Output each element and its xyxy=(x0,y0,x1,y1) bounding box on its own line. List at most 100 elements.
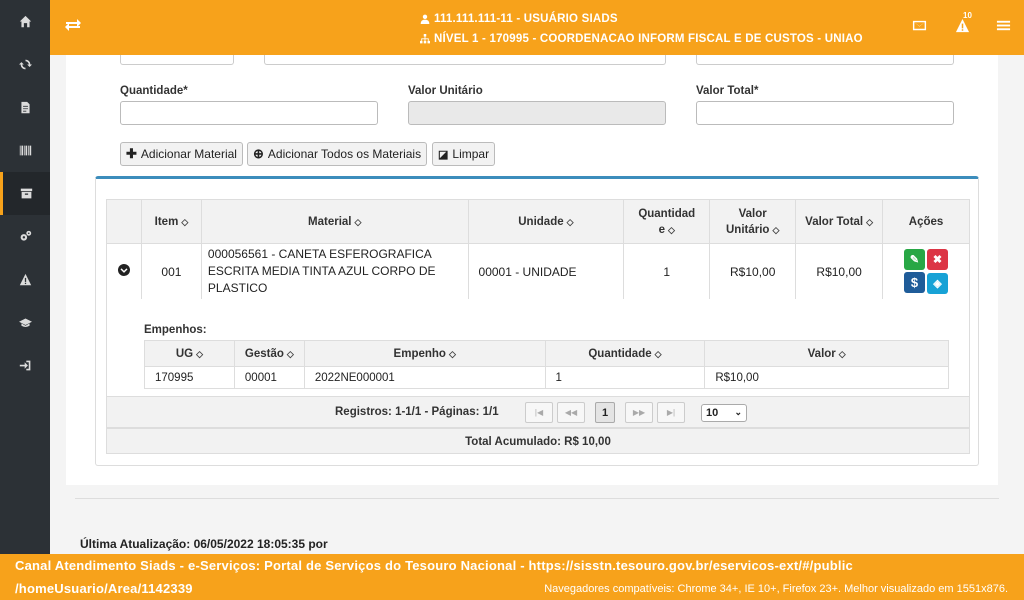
cell-valor-total: R$10,00 xyxy=(795,243,884,300)
column-header-valor-unitario[interactable]: Valor Unitário ◇ xyxy=(709,199,797,244)
column-header-emp-valor[interactable]: Valor ◇ xyxy=(704,340,949,367)
alerts-button[interactable] xyxy=(955,18,970,33)
empenhos-table: UG ◇ Gestão ◇ Empenho ◇ Quantidade ◇ Valor ◇ … xyxy=(144,340,949,389)
column-header-empenho[interactable]: Empenho ◇ xyxy=(303,340,546,367)
table-row: 001 000056561 - CANETA ESFEROGRAFICA ESC… xyxy=(106,243,970,300)
barcode-icon xyxy=(19,145,31,156)
home-icon xyxy=(19,15,31,28)
next-page-button[interactable]: ▶▶ xyxy=(625,402,653,423)
graduation-cap-icon xyxy=(18,318,32,327)
sort-icon: ◇ xyxy=(354,216,362,227)
empenho-button[interactable]: $ xyxy=(904,272,926,293)
cell-empenho: 2022NE000001 xyxy=(303,366,546,389)
add-all-materials-label: Adicionar Todos os Materiais xyxy=(267,147,422,161)
column-header-gestao[interactable]: Gestão ◇ xyxy=(233,340,305,367)
sort-icon: ◇ xyxy=(654,348,662,359)
item-details-button[interactable]: ◈ xyxy=(927,273,949,294)
column-header-item[interactable]: Item ◇ xyxy=(140,199,202,244)
sort-icon: ◇ xyxy=(196,348,204,359)
alert-count-badge: 10 xyxy=(963,11,972,20)
first-page-button[interactable]: |◀ xyxy=(525,402,553,423)
eraser-icon: ◪ xyxy=(438,148,449,161)
sort-icon: ◇ xyxy=(566,216,574,227)
empenhos-label: Empenhos: xyxy=(144,324,207,336)
table-row: 170995 00001 2022NE000001 1 R$10,00 xyxy=(144,366,949,389)
add-material-button[interactable]: ✚ Adicionar Material xyxy=(120,142,243,166)
level-line: NÍVEL 1 - 170995 - COORDENACAO INFORM FI… xyxy=(420,29,863,49)
user-icon xyxy=(420,14,430,24)
swap-icon[interactable] xyxy=(65,17,81,33)
cell-material: 000056561 - CANETA ESFEROGRAFICA ESCRITA… xyxy=(200,243,469,300)
expand-toggle[interactable] xyxy=(106,243,142,300)
menu-button[interactable] xyxy=(996,18,1011,33)
cell-ug: 170995 xyxy=(144,366,235,389)
plus-icon: ✚ xyxy=(126,146,137,161)
column-header-material[interactable]: Material ◇ xyxy=(200,199,469,244)
previous-field[interactable] xyxy=(120,55,234,65)
chevron-down-circle-icon xyxy=(117,264,130,276)
last-updated: Última Atualização: 06/05/2022 18:05:35 … xyxy=(80,537,328,551)
quantidade-input[interactable] xyxy=(120,101,378,125)
column-header-quantidade[interactable]: Quantidad e ◇ xyxy=(623,199,711,244)
warning-icon xyxy=(955,18,970,33)
quantidade-label: Quantidade* xyxy=(120,85,188,97)
footer-browsers: Navegadores compatíveis: Chrome 34+, IE … xyxy=(544,583,1008,595)
add-material-label: Adicionar Material xyxy=(140,147,237,161)
empenhos-header-row: UG ◇ Gestão ◇ Empenho ◇ Quantidade ◇ Valor ◇ xyxy=(144,340,949,367)
footer-support-path: /homeUsuario/Area/1142339 xyxy=(15,581,193,596)
gears-icon xyxy=(20,230,31,241)
sidebar-item-home[interactable] xyxy=(0,0,50,43)
messages-button[interactable] xyxy=(912,18,927,33)
top-header: 111.111.111-11 - USUÁRIO SIADS NÍVEL 1 -… xyxy=(50,0,1024,55)
sort-icon: ◇ xyxy=(286,348,294,359)
valor-total-input[interactable] xyxy=(696,101,954,125)
valor-unitario-input xyxy=(408,101,666,125)
sitemap-icon xyxy=(420,34,430,44)
envelope-icon xyxy=(912,20,927,31)
next-page-icon: ▶▶ xyxy=(632,408,646,417)
previous-field[interactable] xyxy=(264,55,666,65)
valor-total-label: Valor Total* xyxy=(696,85,759,97)
column-header-emp-quantidade[interactable]: Quantidade ◇ xyxy=(544,340,706,367)
add-all-materials-button[interactable]: ⊕ Adicionar Todos os Materiais xyxy=(247,142,428,166)
prev-page-icon: ◀◀ xyxy=(564,408,578,417)
cell-emp-valor: R$10,00 xyxy=(704,366,949,389)
sidebar-item-logout[interactable] xyxy=(0,344,50,387)
prev-page-button[interactable]: ◀◀ xyxy=(557,402,585,423)
sort-icon: ◇ xyxy=(772,224,780,235)
cell-gestao: 00001 xyxy=(233,366,305,389)
sort-icon: ◇ xyxy=(667,224,675,235)
table-header-row: Item ◇ Material ◇ Unidade ◇ Quantidad e ◇ Val… xyxy=(106,199,970,244)
column-header-unidade[interactable]: Unidade ◇ xyxy=(467,199,625,244)
expand-column-header xyxy=(106,199,142,244)
archive-icon xyxy=(20,188,33,199)
last-page-button[interactable]: ▶| xyxy=(657,402,685,423)
sidebar-item-archive[interactable] xyxy=(0,172,50,215)
materials-grid: Item ◇ Material ◇ Unidade ◇ Quantidad e ◇ Val… xyxy=(95,176,979,466)
hamburger-icon xyxy=(996,20,1011,31)
last-page-icon: ▶| xyxy=(666,408,676,417)
level-text: NÍVEL 1 - 170995 - COORDENACAO INFORM FI… xyxy=(434,33,863,45)
column-header-valor-total[interactable]: Valor Total ◇ xyxy=(795,199,884,244)
plus-circle-icon: ⊕ xyxy=(253,146,264,161)
delete-button[interactable]: ✖ xyxy=(927,249,949,270)
sidebar-item-refresh[interactable] xyxy=(0,43,50,86)
sidebar-item-alerts[interactable] xyxy=(0,258,50,301)
sidebar-item-settings[interactable] xyxy=(0,215,50,258)
sidebar-item-training[interactable] xyxy=(0,301,50,344)
page-size-select[interactable]: 10 ⌄ xyxy=(701,404,747,422)
pagination-bar: Registros: 1-1/1 - Páginas: 1/1 |◀ ◀◀ 1 … xyxy=(106,396,970,428)
previous-field[interactable] xyxy=(696,55,954,65)
clear-label: Limpar xyxy=(452,147,490,161)
cell-item: 001 xyxy=(140,243,202,300)
sort-icon: ◇ xyxy=(181,216,189,227)
sidebar-item-barcode[interactable] xyxy=(0,129,50,172)
clear-button[interactable]: ◪ Limpar xyxy=(432,142,496,166)
column-header-ug[interactable]: UG ◇ xyxy=(144,340,235,367)
page-button-current[interactable]: 1 xyxy=(595,402,615,423)
sort-icon: ◇ xyxy=(838,348,846,359)
edit-button[interactable]: ✎ xyxy=(904,249,926,270)
cell-valor-unitario: R$10,00 xyxy=(709,243,797,300)
cell-unidade: 00001 - UNIDADE xyxy=(467,243,625,300)
sidebar-item-document[interactable] xyxy=(0,86,50,129)
